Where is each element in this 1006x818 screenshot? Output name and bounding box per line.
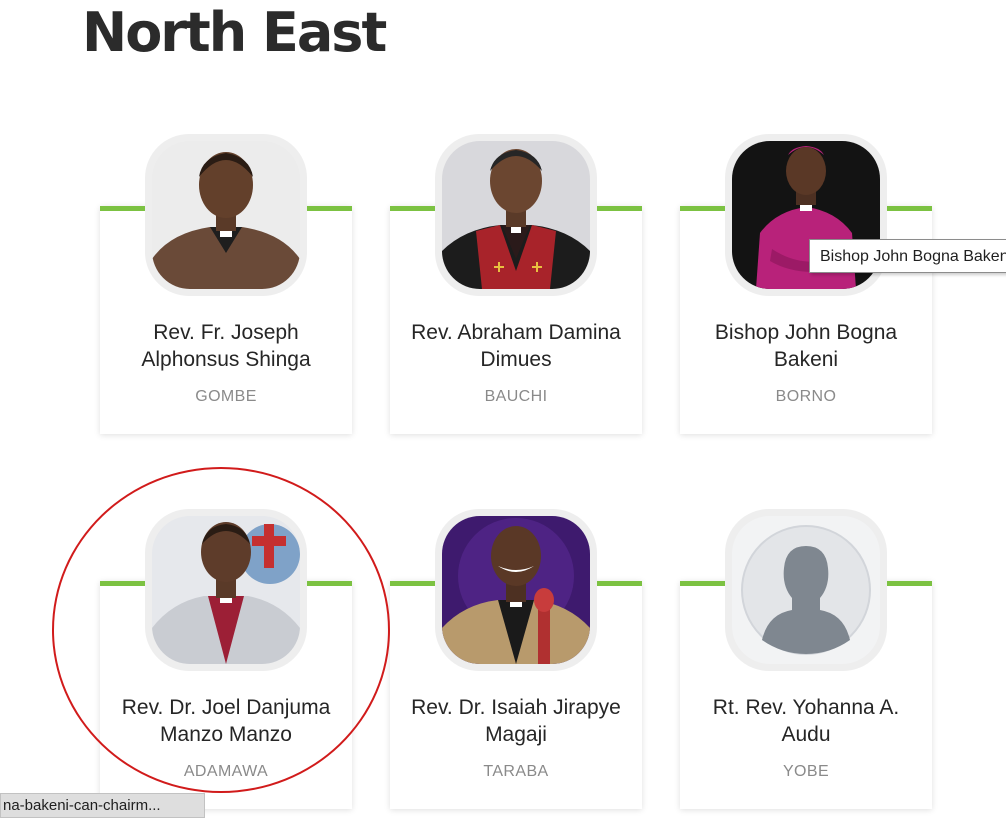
person-name[interactable]: Bishop John Bogna Bakeni: [688, 319, 924, 373]
user-silhouette-icon[interactable]: [732, 516, 880, 664]
person-name[interactable]: Rev. Abraham Damina Dimues: [398, 319, 634, 373]
person-name[interactable]: Rev. Dr. Isaiah Jirapye Magaji: [398, 694, 634, 748]
person-photo[interactable]: [442, 141, 590, 289]
person-photo[interactable]: [152, 141, 300, 289]
photo-frame: [725, 509, 887, 671]
photo-frame: [145, 134, 307, 296]
person-state: ADAMAWA: [183, 763, 269, 780]
person-state: GOMBE: [195, 388, 257, 405]
person-name[interactable]: Rev. Dr. Joel Danjuma Manzo Manzo: [108, 694, 344, 748]
photo-frame: [435, 509, 597, 671]
person-card-gombe[interactable]: Rev. Fr. Joseph Alphonsus Shinga GOMBE: [100, 134, 352, 434]
photo-frame: [435, 134, 597, 296]
person-state: YOBE: [782, 763, 830, 780]
photo-frame: [145, 509, 307, 671]
person-card-bauchi[interactable]: Rev. Abraham Damina Dimues BAUCHI: [390, 134, 642, 434]
section-title: North East: [82, 1, 387, 64]
person-photo[interactable]: [442, 516, 590, 664]
person-name[interactable]: Rt. Rev. Yohanna A. Audu: [688, 694, 924, 748]
person-card-yobe[interactable]: Rt. Rev. Yohanna A. Audu YOBE: [680, 509, 932, 809]
person-photo[interactable]: [152, 516, 300, 664]
person-card-adamawa[interactable]: Rev. Dr. Joel Danjuma Manzo Manzo ADAMAW…: [100, 509, 352, 809]
name-tooltip: Bishop John Bogna Bakeni: [809, 239, 1006, 273]
person-state: BAUCHI: [484, 388, 548, 405]
person-state: BORNO: [775, 388, 837, 405]
person-card-taraba[interactable]: Rev. Dr. Isaiah Jirapye Magaji TARABA: [390, 509, 642, 809]
link-status-bar: na-bakeni-can-chairm...: [0, 793, 205, 818]
person-name[interactable]: Rev. Fr. Joseph Alphonsus Shinga: [108, 319, 344, 373]
person-state: TARABA: [483, 763, 549, 780]
